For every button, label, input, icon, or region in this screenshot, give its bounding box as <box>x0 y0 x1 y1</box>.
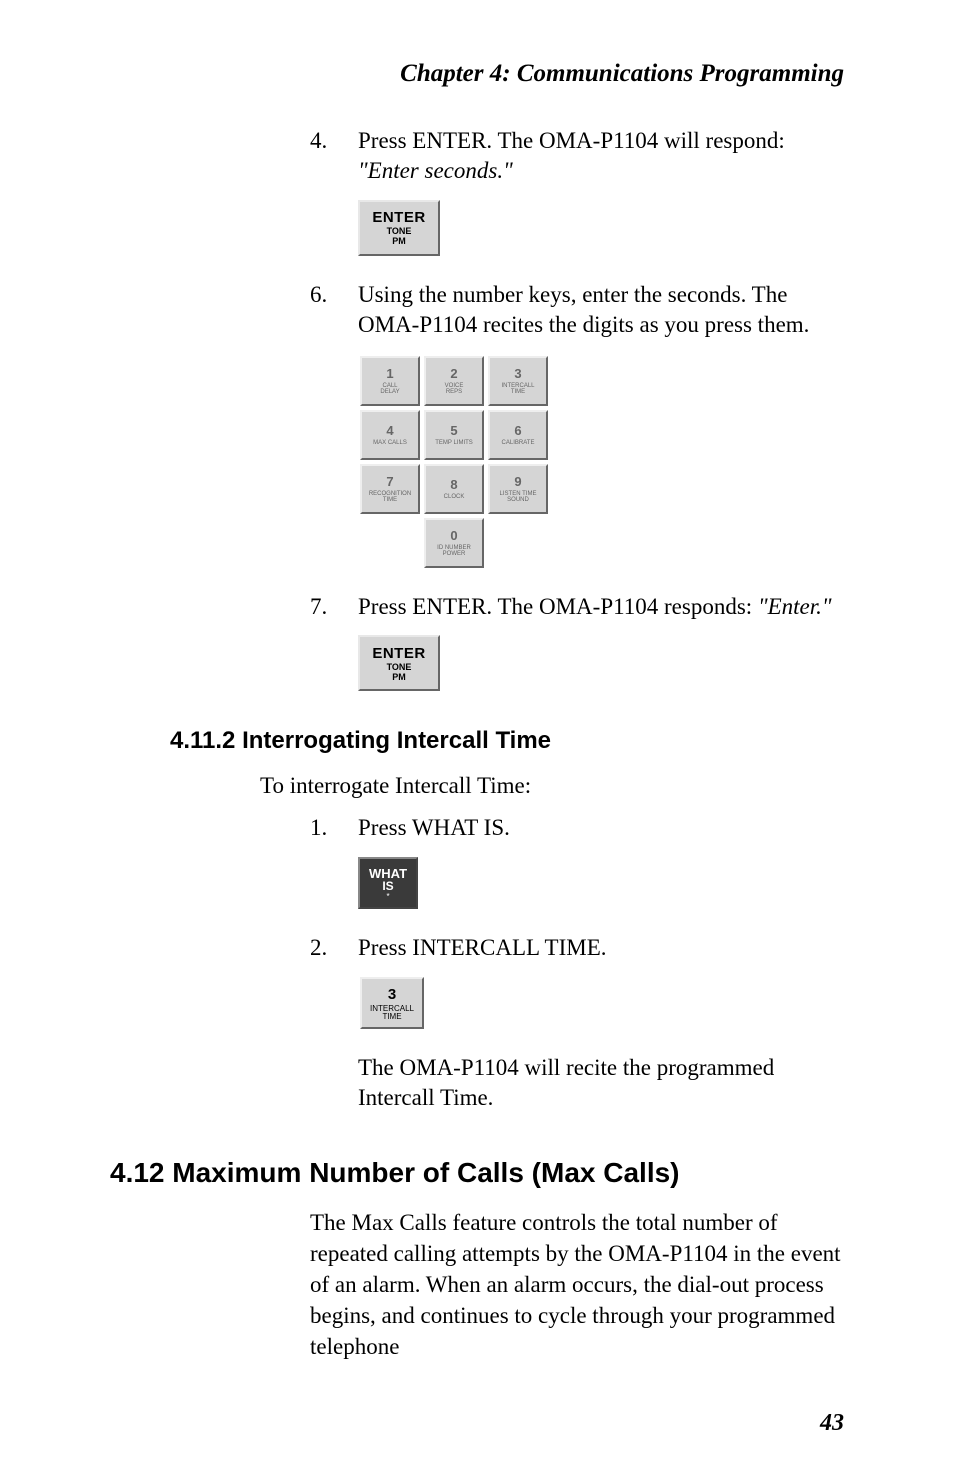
section-4-12-heading: 4.12 Maximum Number of Calls (Max Calls) <box>110 1157 844 1189</box>
digit: 0 <box>450 528 457 543</box>
l: CLOCK <box>444 494 465 500</box>
digit: 9 <box>514 474 521 489</box>
digit: 8 <box>450 477 457 492</box>
key-label: INTERCALLTIME <box>501 383 534 395</box>
enter-key: ENTER TONE PM <box>358 635 440 691</box>
intercall-digit: 3 <box>388 986 396 1003</box>
l: TIME <box>383 497 397 503</box>
key-4: 4 MAX CALLS <box>360 410 420 460</box>
key-5: 5 TEMP LIMITS <box>424 410 484 460</box>
enter-key-label: ENTER <box>372 645 425 662</box>
key-8: 8 CLOCK <box>424 464 484 514</box>
key-6: 6 CALIBRATE <box>488 410 548 460</box>
step-4-text: Press ENTER. The OMA-P1104 will respond: <box>358 128 785 153</box>
digit: 5 <box>450 423 457 438</box>
enter-key-sub1: TONE <box>387 227 412 236</box>
intercall-key-graphic: 3 INTERCALL TIME <box>358 977 844 1029</box>
l: SOUND <box>507 497 529 503</box>
enter-key-graphic-2: ENTER TONE PM <box>358 635 844 691</box>
step-4-quote: "Enter seconds." <box>358 158 513 183</box>
whatis-key: WHAT IS * <box>358 857 418 909</box>
step-text: Press ENTER. The OMA-P1104 will respond:… <box>358 126 844 186</box>
key-2: 2 VOICEREPS <box>424 356 484 406</box>
step-text: Press WHAT IS. <box>358 813 844 843</box>
step-number: 7. <box>310 592 358 622</box>
digit: 3 <box>514 366 521 381</box>
numeric-keypad: 1 CALLDELAY 2 VOICEREPS 3 INTERCALLTIME 4 MA… <box>358 354 844 570</box>
enter-key: ENTER TONE PM <box>358 200 440 256</box>
l: REPS <box>446 389 462 395</box>
step-7-quote: "Enter." <box>758 594 832 619</box>
l: DELAY <box>380 389 399 395</box>
step-text: Using the number keys, enter the seconds… <box>358 280 844 340</box>
spacer <box>310 1053 358 1113</box>
whatis-line3: * <box>386 892 389 901</box>
key-label: ID NUMBERPOWER <box>437 545 471 557</box>
enter-key-sub2: PM <box>392 673 406 682</box>
digit: 2 <box>450 366 457 381</box>
whatis-key-graphic: WHAT IS * <box>358 857 844 909</box>
intercall-key: 3 INTERCALL TIME <box>360 977 424 1029</box>
key-label: MAX CALLS <box>373 440 407 446</box>
enter-key-label: ENTER <box>372 209 425 226</box>
step-number: 4. <box>310 126 358 186</box>
l: MAX CALLS <box>373 440 407 446</box>
key-label: CLOCK <box>444 494 465 500</box>
section-4-11-2-heading: 4.11.2 Interrogating Intercall Time <box>170 727 844 755</box>
key-1: 1 CALLDELAY <box>360 356 420 406</box>
digit: 4 <box>386 423 393 438</box>
enter-key-graphic-1: ENTER TONE PM <box>358 200 844 256</box>
step-2: 2. Press INTERCALL TIME. <box>310 933 844 963</box>
step-number: 6. <box>310 280 358 340</box>
enter-key-sub1: TONE <box>387 663 412 672</box>
step-2-result-row: The OMA-P1104 will recite the programmed… <box>310 1053 844 1113</box>
l: TIME <box>511 389 525 395</box>
step-6: 6. Using the number keys, enter the seco… <box>310 280 844 340</box>
intercall-label: INTERCALL TIME <box>370 1005 414 1021</box>
key-0: 0 ID NUMBERPOWER <box>424 518 484 568</box>
digit: 6 <box>514 423 521 438</box>
step-2-text: Press INTERCALL TIME. <box>358 935 607 960</box>
whatis-line2: IS <box>382 881 393 892</box>
chapter-header: Chapter 4: Communications Programming <box>170 60 844 88</box>
enter-key-sub2: PM <box>392 237 406 246</box>
key-label: TEMP LIMITS <box>435 440 473 446</box>
step-text: Press ENTER. The OMA-P1104 responds: "En… <box>358 592 844 622</box>
key-label: RECOGNITIONTIME <box>369 491 411 503</box>
page-number: 43 <box>820 1410 844 1437</box>
key-9: 9 LISTEN TIMESOUND <box>488 464 548 514</box>
step-text: Press INTERCALL TIME. <box>358 933 844 963</box>
step-number: 1. <box>310 813 358 843</box>
key-7: 7 RECOGNITIONTIME <box>360 464 420 514</box>
step-4: 4. Press ENTER. The OMA-P1104 will respo… <box>310 126 844 186</box>
l: TIME <box>382 1012 401 1021</box>
key-label: CALIBRATE <box>502 440 535 446</box>
key-label: LISTEN TIMESOUND <box>500 491 537 503</box>
step-7: 7. Press ENTER. The OMA-P1104 responds: … <box>310 592 844 622</box>
step-1: 1. Press WHAT IS. <box>310 813 844 843</box>
section-4-12-para: The Max Calls feature controls the total… <box>310 1207 844 1362</box>
step-number: 2. <box>310 933 358 963</box>
digit: 7 <box>386 474 393 489</box>
l: POWER <box>443 551 466 557</box>
l: TEMP LIMITS <box>435 440 473 446</box>
step-7-text: Press ENTER. The OMA-P1104 responds: <box>358 594 758 619</box>
l: CALIBRATE <box>502 440 535 446</box>
step-2-result: The OMA-P1104 will recite the programmed… <box>358 1053 844 1113</box>
key-label: VOICEREPS <box>445 383 464 395</box>
key-label: CALLDELAY <box>380 383 399 395</box>
key-3: 3 INTERCALLTIME <box>488 356 548 406</box>
section-4-11-2-intro: To interrogate Intercall Time: <box>260 771 844 801</box>
digit: 1 <box>386 366 393 381</box>
